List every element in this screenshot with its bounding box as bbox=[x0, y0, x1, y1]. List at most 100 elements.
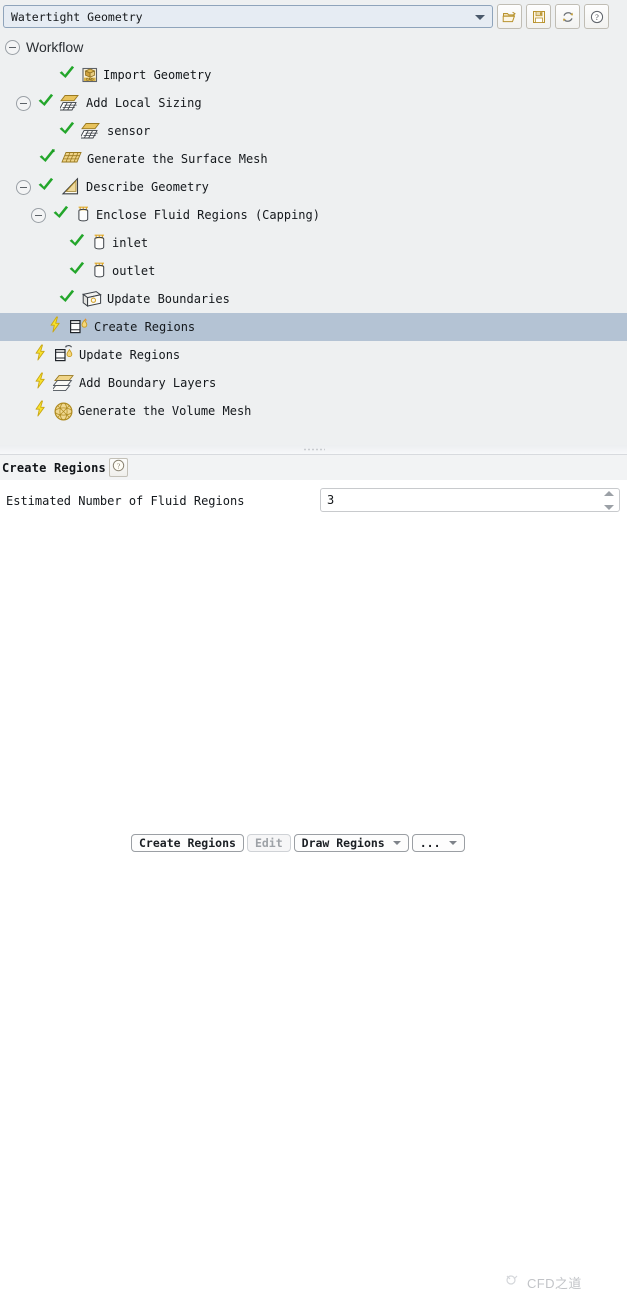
edit-button: Edit bbox=[246, 833, 291, 852]
tree-node-sensor[interactable]: sensor bbox=[0, 117, 627, 145]
chevron-down-icon bbox=[475, 15, 485, 20]
tree-node-label: Update Regions bbox=[79, 348, 181, 362]
tree-node-describe-geometry[interactable]: Describe Geometry bbox=[0, 173, 627, 201]
tree-node-generate-the-volume-mesh[interactable]: Generate the Volume Mesh bbox=[0, 397, 627, 425]
tree-node-label: Workflow bbox=[26, 39, 84, 55]
folder-open-icon bbox=[502, 10, 517, 24]
check-updated-icon bbox=[38, 148, 57, 170]
chevron-down-icon[interactable] bbox=[448, 840, 457, 845]
tree-node-add-boundary-layers[interactable]: Add Boundary Layers bbox=[0, 369, 627, 397]
reset-workflow-button[interactable] bbox=[555, 4, 580, 29]
check-complete-icon bbox=[37, 176, 56, 198]
check-complete-icon bbox=[58, 288, 77, 310]
estimated-fluid-regions-label: Estimated Number of Fluid Regions bbox=[6, 494, 245, 508]
cfd-logo-icon bbox=[505, 1273, 522, 1292]
action-bar: Create Regions Edit Draw Regions... bbox=[0, 830, 627, 855]
spinner-up-arrow-icon[interactable] bbox=[604, 491, 614, 496]
tree-node-label: Add Local Sizing bbox=[86, 96, 202, 110]
tree-node-label: Import Geometry bbox=[103, 68, 212, 82]
update-boundaries-icon bbox=[81, 290, 103, 308]
tree-node-label: Add Boundary Layers bbox=[79, 376, 217, 390]
properties-panel: Create Regions ? Estimated Number of Flu… bbox=[0, 454, 627, 1291]
watermark: CFD之道 bbox=[505, 1273, 582, 1292]
surface-mesh-icon bbox=[61, 151, 83, 167]
tree-node-update-regions[interactable]: Update Regions bbox=[0, 341, 627, 369]
collapse-minus-icon[interactable] bbox=[31, 207, 46, 223]
pending-bolt-icon bbox=[33, 344, 49, 366]
workflow-type-value: Watertight Geometry bbox=[11, 9, 143, 24]
button-label: Edit bbox=[254, 835, 283, 850]
tree-node-add-local-sizing[interactable]: Add Local Sizing bbox=[0, 89, 627, 117]
question-mark-help-icon: ? bbox=[112, 459, 125, 477]
tree-node-label: Describe Geometry bbox=[86, 180, 209, 194]
capping-cylinder-icon bbox=[91, 261, 108, 282]
boundary-layers-icon bbox=[53, 374, 75, 392]
spinner-down-arrow-icon[interactable] bbox=[604, 505, 614, 510]
collapse-minus-icon[interactable] bbox=[16, 179, 31, 195]
tree-node-outlet[interactable]: outlet bbox=[0, 257, 627, 285]
estimated-fluid-regions-value: 3 bbox=[327, 493, 335, 507]
properties-help-button[interactable]: ? bbox=[108, 458, 128, 477]
watermark-text: CFD之道 bbox=[527, 1276, 582, 1291]
svg-text:?: ? bbox=[595, 13, 599, 22]
check-complete-icon bbox=[37, 92, 56, 114]
chevron-down-icon[interactable] bbox=[392, 840, 401, 845]
collapse-minus-icon[interactable] bbox=[16, 95, 31, 111]
check-complete-icon bbox=[58, 64, 77, 86]
tree-node-inlet[interactable]: inlet bbox=[0, 229, 627, 257]
panel-splitter[interactable] bbox=[0, 445, 627, 454]
check-complete-icon bbox=[68, 260, 87, 282]
estimated-fluid-regions-row: Estimated Number of Fluid Regions 3 bbox=[0, 488, 627, 514]
button-label: ... bbox=[419, 835, 441, 850]
svg-text:CAD: CAD bbox=[86, 77, 94, 81]
splitter-grip-icon bbox=[303, 448, 325, 451]
tree-node-label: Update Boundaries bbox=[107, 292, 230, 306]
volume-mesh-sphere-icon bbox=[53, 401, 74, 422]
stepper-arrows[interactable] bbox=[604, 491, 615, 510]
tree-node-label: Generate the Surface Mesh bbox=[87, 152, 268, 166]
tree-node-import-geometry[interactable]: CAD Import Geometry bbox=[0, 61, 627, 89]
refresh-circular-arrows-icon bbox=[561, 10, 575, 24]
create-regions-button[interactable]: Create Regions bbox=[131, 833, 244, 852]
check-complete-icon bbox=[52, 204, 71, 226]
tree-node-label: sensor bbox=[107, 124, 151, 138]
floppy-disk-save-icon bbox=[532, 10, 546, 24]
tree-node-label: Generate the Volume Mesh bbox=[78, 404, 252, 418]
properties-title: Create Regions bbox=[2, 460, 106, 475]
draw-regions-button[interactable]: Draw Regions bbox=[293, 833, 409, 852]
pending-bolt-icon bbox=[33, 372, 49, 394]
tree-node-create-regions[interactable]: Create Regions bbox=[0, 313, 627, 341]
cad-box-icon: CAD bbox=[81, 66, 99, 84]
estimated-fluid-regions-stepper[interactable]: 3 bbox=[320, 488, 620, 512]
local-sizing-mesh-icon bbox=[81, 122, 103, 141]
update-regions-icon bbox=[53, 345, 75, 365]
pending-bolt-icon bbox=[33, 400, 49, 422]
properties-header: Create Regions ? bbox=[0, 455, 627, 480]
create-regions-icon bbox=[68, 317, 90, 337]
question-mark-help-icon: ? bbox=[590, 10, 604, 24]
button-label: Create Regions bbox=[139, 835, 236, 850]
open-workflow-button[interactable] bbox=[497, 4, 522, 29]
tree-node-enclose-fluid-regions-capping[interactable]: Enclose Fluid Regions (Capping) bbox=[0, 201, 627, 229]
tree-node-generate-the-surface-mesh[interactable]: Generate the Surface Mesh bbox=[0, 145, 627, 173]
collapse-minus-icon[interactable] bbox=[5, 39, 20, 55]
workflow-tree[interactable]: Workflow CAD Import Geometry Add Local Siz… bbox=[0, 33, 627, 445]
tree-node-update-boundaries[interactable]: Update Boundaries bbox=[0, 285, 627, 313]
workflow-type-select[interactable]: Watertight Geometry bbox=[3, 5, 493, 28]
local-sizing-mesh-icon bbox=[60, 94, 82, 113]
save-workflow-button[interactable] bbox=[526, 4, 551, 29]
check-complete-icon bbox=[68, 232, 87, 254]
tree-node-workflow[interactable]: Workflow bbox=[0, 33, 627, 61]
capping-cylinder-icon bbox=[75, 205, 92, 226]
capping-cylinder-icon bbox=[91, 233, 108, 254]
tree-node-label: Create Regions bbox=[94, 320, 196, 334]
more-options-button[interactable]: ... bbox=[411, 833, 465, 852]
triangle-ruler-icon bbox=[60, 177, 82, 197]
button-label: Draw Regions bbox=[301, 835, 385, 850]
pending-bolt-icon bbox=[48, 316, 64, 338]
tree-node-label: inlet bbox=[112, 236, 149, 250]
toolbar: Watertight Geometry ? bbox=[0, 0, 627, 33]
tree-node-label: Enclose Fluid Regions (Capping) bbox=[96, 208, 320, 222]
help-workflow-button[interactable]: ? bbox=[584, 4, 609, 29]
check-complete-icon bbox=[58, 120, 77, 142]
